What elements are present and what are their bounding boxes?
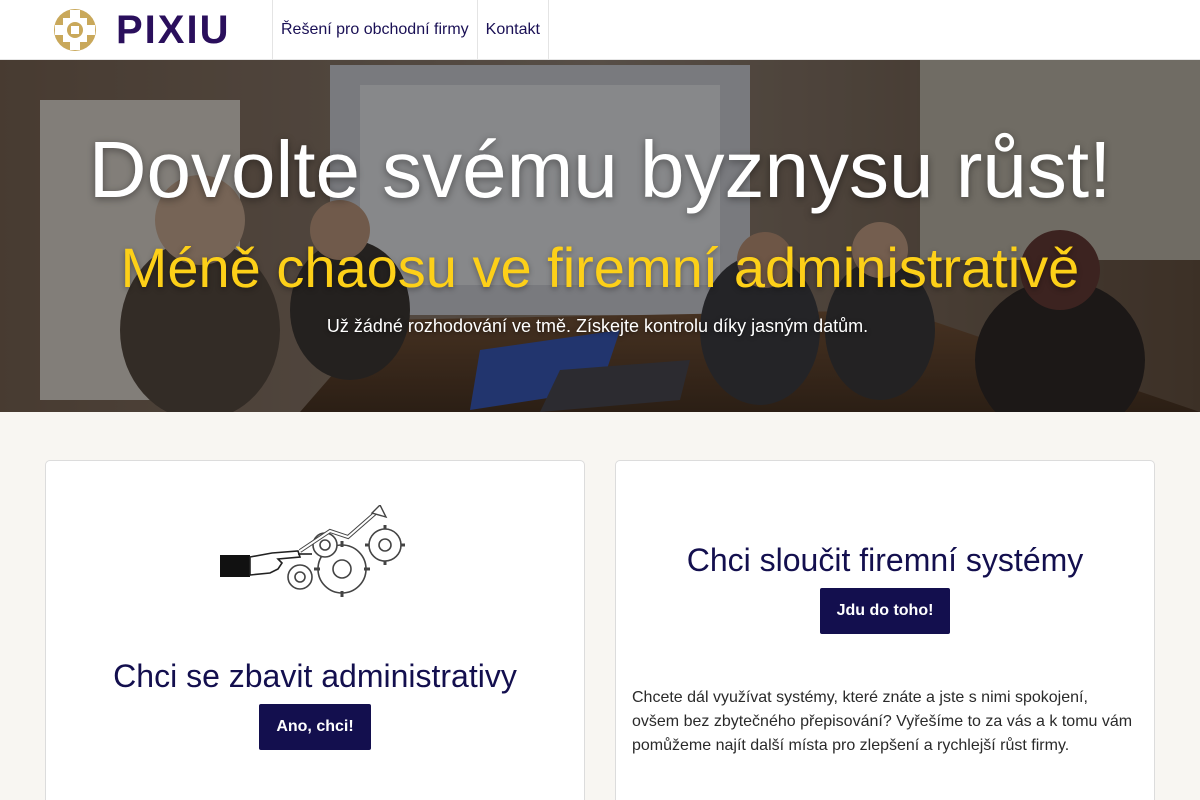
offer-card-admin: Chci se zbavit administrativy Ano, chci!	[45, 460, 585, 800]
nav-link-solutions[interactable]: Řešení pro obchodní firmy	[272, 0, 477, 59]
logo-icon	[54, 8, 96, 51]
hand-gears-growth-icon	[220, 505, 405, 597]
nav-links: Řešení pro obchodní firmy Kontakt	[272, 0, 549, 59]
hero-banner: Dovolte svému byznysu růst! Méně chaosu …	[0, 60, 1200, 412]
hero-subtitle: Méně chaosu ve firemní administrativě	[120, 236, 1080, 299]
hero-tagline: Už žádné rozhodování ve tmě. Získejte ko…	[326, 316, 869, 336]
nav-link-contact[interactable]: Kontakt	[476, 0, 549, 59]
hero-title: Dovolte svému byznysu růst!	[88, 125, 1112, 214]
cta-button-admin[interactable]: Ano, chci!	[259, 704, 371, 751]
offer-cards: Chci se zbavit administrativy Ano, chci!…	[0, 412, 1200, 800]
card-title-admin: Chci se zbavit administrativy	[113, 658, 517, 694]
brand-logo-link[interactable]: PIXIU	[52, 0, 272, 59]
card-description-systems: Chcete dál využívat systémy, které znáte…	[632, 689, 1133, 755]
hero-content: Dovolte svému byznysu růst! Méně chaosu …	[0, 60, 1200, 337]
top-navbar: PIXIU Řešení pro obchodní firmy Kontakt	[0, 0, 1200, 60]
offer-card-systems: Chci sloučit firemní systémy Jdu do toho…	[615, 460, 1155, 800]
cta-button-systems[interactable]: Jdu do toho!	[819, 588, 951, 635]
brand-wordmark: PIXIU	[116, 7, 231, 52]
card-title-systems: Chci sloučit firemní systémy	[686, 542, 1084, 578]
